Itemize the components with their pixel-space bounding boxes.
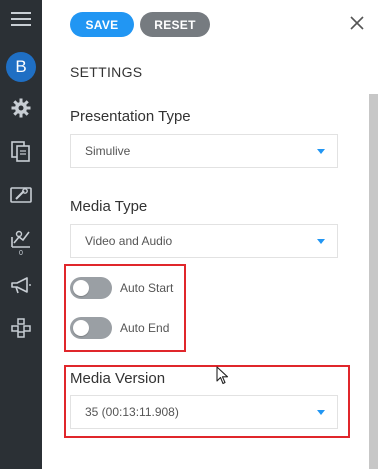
presentation-type-label: Presentation Type xyxy=(70,108,191,125)
settings-panel: SAVE RESET SETTINGS Presentation Type Si… xyxy=(42,0,378,469)
annotation-box-toggles xyxy=(64,264,186,352)
chevron-down-icon xyxy=(317,239,325,244)
save-button[interactable]: SAVE xyxy=(70,12,134,37)
gear-icon[interactable] xyxy=(0,96,42,120)
reset-button[interactable]: RESET xyxy=(140,12,210,37)
presentation-type-value: Simulive xyxy=(85,144,131,158)
annotation-box-media-version xyxy=(64,365,350,438)
avatar[interactable]: B xyxy=(0,52,42,82)
left-sidebar: B 0 xyxy=(0,0,42,469)
network-icon[interactable] xyxy=(0,316,42,340)
media-type-label: Media Type xyxy=(70,198,148,215)
analytics-badge: 0 xyxy=(19,249,23,257)
megaphone-icon[interactable] xyxy=(0,274,42,298)
media-type-select[interactable]: Video and Audio xyxy=(70,224,338,258)
analytics-icon[interactable]: 0 xyxy=(0,226,42,260)
avatar-letter: B xyxy=(6,52,36,82)
page-title: SETTINGS xyxy=(70,64,143,80)
documents-icon[interactable] xyxy=(0,140,42,164)
close-icon[interactable] xyxy=(346,12,368,34)
chevron-down-icon xyxy=(317,149,325,154)
presentation-type-select[interactable]: Simulive xyxy=(70,134,338,168)
tools-icon[interactable] xyxy=(0,184,42,208)
scrollbar[interactable] xyxy=(369,94,378,469)
mouse-cursor-icon xyxy=(216,366,230,391)
media-type-value: Video and Audio xyxy=(85,234,173,248)
menu-icon[interactable] xyxy=(0,8,42,30)
